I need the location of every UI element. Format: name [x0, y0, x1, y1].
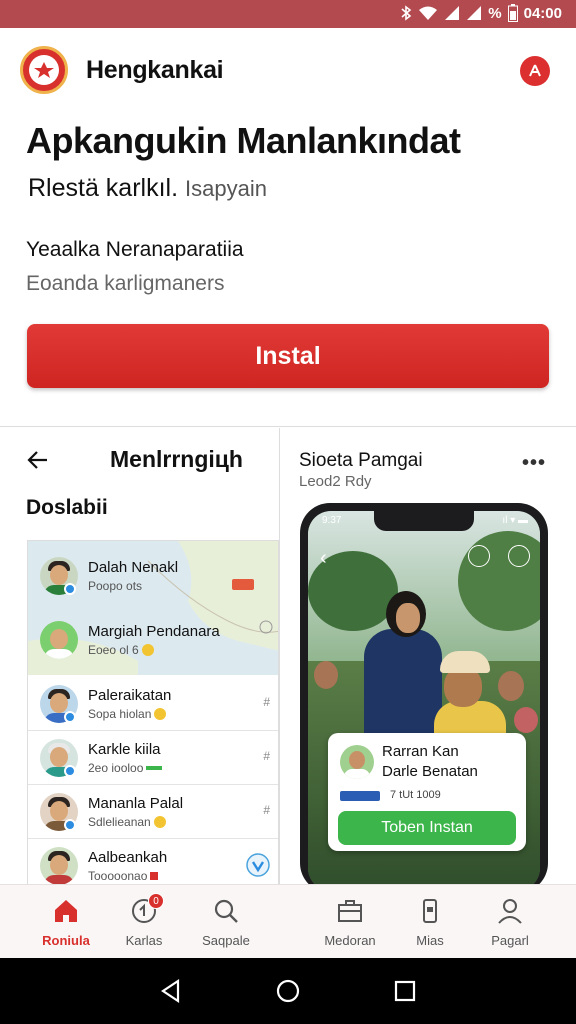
chat-name: Paleraikatan [88, 687, 172, 704]
bottom-nav: Roniula 0 Karlas Saqpale Medoran Mias Pa… [0, 884, 576, 958]
nav-item-search[interactable]: Saqpale [178, 885, 274, 959]
chat-meta: # [263, 695, 270, 709]
chat-name: Margiah Pendanara [88, 623, 220, 640]
status-icons: % 04:00 [400, 4, 562, 22]
subtitle-main: Rlestä karlkıl. [28, 174, 179, 202]
verified-icon [64, 711, 76, 723]
emoji-icon [141, 644, 154, 656]
notification-badge: 0 [148, 893, 164, 909]
verified-icon [64, 819, 76, 831]
profile-icon [498, 899, 522, 924]
battery-icon [507, 4, 518, 22]
home-icon [55, 900, 77, 922]
checkmark-icon [246, 853, 270, 877]
phone-mockup: 9:37 ıl ▾ ▬ ‹ Rarran Kan Darle Benatan 7… [300, 503, 548, 893]
phone-screen: 9:37 ıl ▾ ▬ ‹ Rarran Kan Darle Benatan 7… [308, 511, 540, 891]
divider [279, 428, 280, 884]
emoji-icon [153, 816, 166, 828]
card-tag [340, 791, 380, 801]
avatar [40, 621, 78, 659]
status-bar: % 04:00 [0, 0, 576, 28]
subtitle-secondary: Isapyain [185, 176, 267, 201]
divider [0, 426, 576, 427]
chat-subtitle: Eoeo ol 6 [88, 643, 154, 657]
app-name: Hengkankai [86, 56, 224, 84]
clock: 04:00 [523, 4, 562, 22]
panel-title: Menlrrngiцh [110, 446, 243, 472]
chat-list: Dalah Nenakl Poopo ots Margiah Pendanara… [27, 540, 279, 886]
page-title: Apkangukin Manlankındat [26, 120, 461, 161]
status-bar-indicator [146, 766, 163, 770]
tag-icon [150, 872, 159, 880]
share-icon[interactable] [520, 56, 550, 86]
chat-subtitle: 2eo iooloo [88, 761, 163, 775]
verified-icon [64, 583, 76, 595]
chat-subtitle: Tooooonao [88, 869, 159, 883]
install-button[interactable]: Instal [27, 324, 549, 388]
device-icon [423, 899, 437, 923]
card-name: Rarran Kan [382, 743, 459, 760]
avatar [40, 847, 78, 885]
chat-subtitle: Sdlelieanan [88, 815, 166, 829]
chevron-left-icon[interactable]: ‹ [320, 547, 327, 570]
chat-meta: # [263, 749, 270, 763]
list-item[interactable]: Paleraikatan Sopa hiolan # [28, 677, 278, 731]
more-icon[interactable]: ••• [522, 452, 546, 475]
emblem-icon [20, 46, 68, 94]
chat-name: Dalah Nenakl [88, 559, 179, 576]
profile-card: Rarran Kan Darle Benatan 7 tUt 1009 Tobe… [328, 733, 526, 851]
list-item[interactable]: Margiah Pendanara Eoeo ol 6 [28, 613, 278, 667]
bluetooth-icon [401, 5, 412, 21]
emoji-icon [154, 708, 167, 720]
chat-name: Karkle kiila [88, 741, 161, 758]
chat-subtitle: Sopa hiolan [88, 707, 167, 721]
section-label: Doslabіi [26, 496, 108, 519]
avatar [340, 745, 374, 779]
chat-name: Aalbeankah [88, 849, 168, 866]
developer-subtitle: Eoanda karligmaners [26, 272, 225, 295]
list-item[interactable]: Mananla Palal Sdlelieanan # [28, 785, 278, 839]
settings-icon[interactable] [508, 545, 530, 567]
nav-label: Saqpale [202, 933, 250, 948]
app-screen: % 04:00 Hengkankai Apkangukin Manlankınd… [0, 0, 576, 1024]
signal-icon [467, 6, 482, 20]
photo-person [364, 629, 442, 749]
back-arrow-icon[interactable] [26, 448, 50, 472]
card-subtitle: Darle Benatan [382, 763, 478, 780]
list-item[interactable]: Karkle kiila 2eo iooloo # [28, 731, 278, 785]
bookmark-icon[interactable] [468, 545, 490, 567]
card-date: 7 tUt 1009 [390, 789, 441, 801]
developer-name[interactable]: Yeaalka Neranaparatiia [26, 238, 244, 262]
wifi-icon [419, 6, 438, 20]
list-item[interactable]: Dalah Nenakl Poopo ots [28, 549, 278, 603]
listing-subtitle: Rlestä karlkıl. Isapyain [28, 174, 267, 203]
card-install-button[interactable]: Toben Instan [338, 811, 516, 845]
chat-meta: # [263, 803, 270, 817]
nav-label: Pagarl [491, 933, 529, 948]
app-header: Hengkankai [0, 28, 576, 114]
signal-icon [445, 6, 460, 20]
battery-percent: % [488, 4, 502, 22]
system-nav-bar [0, 958, 576, 1024]
home-button-icon[interactable] [275, 978, 301, 1004]
phone-status: ıl ▾ ▬ [502, 515, 528, 526]
phone-time: 9:37 [322, 515, 342, 526]
panel-title: Sioeta Pamgai [299, 450, 423, 471]
verified-icon [64, 765, 76, 777]
chat-name: Mananla Palal [88, 795, 184, 812]
panel-subtitle: Leod2 Rdy [299, 473, 372, 490]
nav-item-profile[interactable]: Pagarl [462, 885, 558, 959]
recents-icon[interactable] [392, 978, 418, 1004]
chat-subtitle: Poopo ots [88, 579, 143, 593]
briefcase-icon [338, 900, 362, 922]
search-icon [214, 899, 238, 923]
back-icon[interactable] [158, 978, 184, 1004]
list-item[interactable]: Aalbeankah Tooooonao [28, 839, 278, 885]
